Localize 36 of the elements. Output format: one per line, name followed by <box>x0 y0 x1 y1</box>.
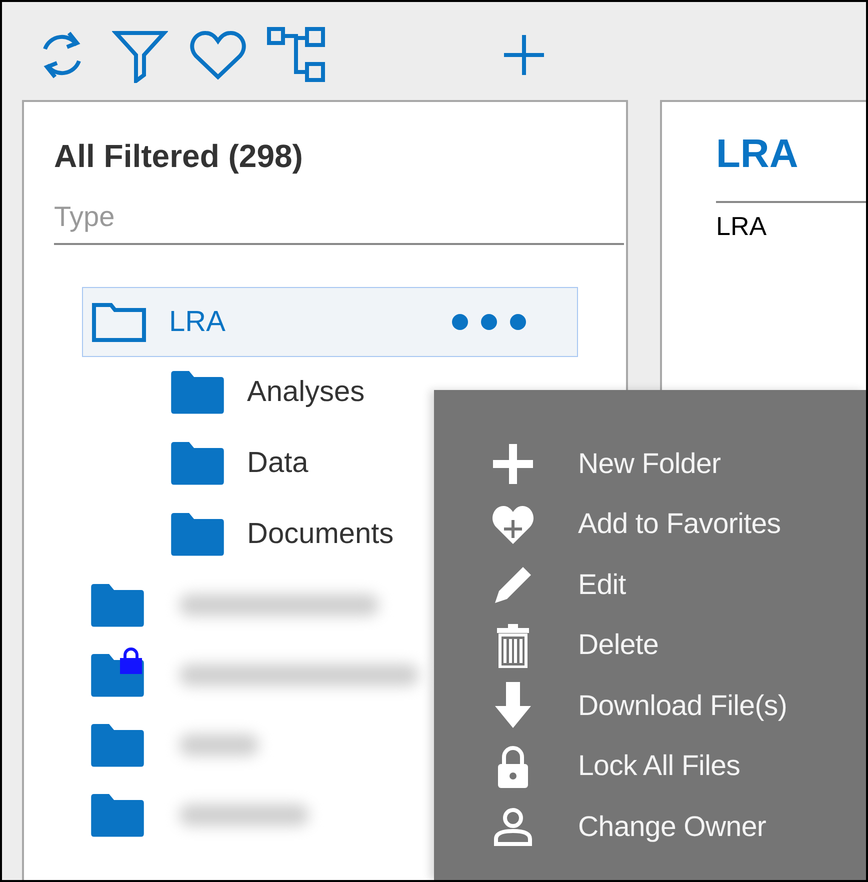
folder-label: Data <box>247 447 308 480</box>
hierarchy-button[interactable] <box>266 25 326 85</box>
folder-icon <box>169 512 225 557</box>
folder-label: Analyses <box>247 376 365 409</box>
tree-item[interactable]: LRA <box>82 287 578 357</box>
menu-item[interactable]: Delete <box>488 616 866 676</box>
folder-icon <box>169 370 225 415</box>
folder-icon <box>89 582 145 628</box>
tree-item[interactable]: Analyses <box>168 357 488 428</box>
heart-icon <box>189 29 247 81</box>
tree-item[interactable]: Data <box>168 428 488 499</box>
trash-icon <box>495 624 531 668</box>
folder-label: LRA <box>169 306 226 338</box>
folder-icon <box>89 792 145 838</box>
folder-icon <box>89 722 145 768</box>
menu-item[interactable]: New Folder <box>488 434 866 494</box>
detail-title: LRA <box>716 132 800 177</box>
field-value: LRA <box>716 201 866 242</box>
tree-item[interactable]: Documents <box>168 499 488 570</box>
menu-item[interactable]: Add to Favorites <box>488 494 866 555</box>
menu-item[interactable]: Download File(s) <box>488 676 866 736</box>
add-icon <box>502 33 546 77</box>
heart-plus-icon <box>491 504 535 546</box>
folder-label: Documents <box>247 518 394 551</box>
more-icon[interactable] <box>451 313 527 331</box>
person-icon <box>493 807 533 848</box>
download-icon <box>493 682 533 730</box>
plus-icon <box>491 442 535 486</box>
lock-icon <box>495 744 531 789</box>
panel-title: All Filtered (298) <box>54 138 304 175</box>
menu-item[interactable]: Edit <box>488 555 866 616</box>
menu-item[interactable]: Lock All Files <box>488 736 866 797</box>
hierarchy-icon <box>266 26 326 84</box>
folder-icon <box>91 301 147 343</box>
folder-icon <box>169 441 225 486</box>
menu-item[interactable]: Change Owner <box>488 797 866 858</box>
